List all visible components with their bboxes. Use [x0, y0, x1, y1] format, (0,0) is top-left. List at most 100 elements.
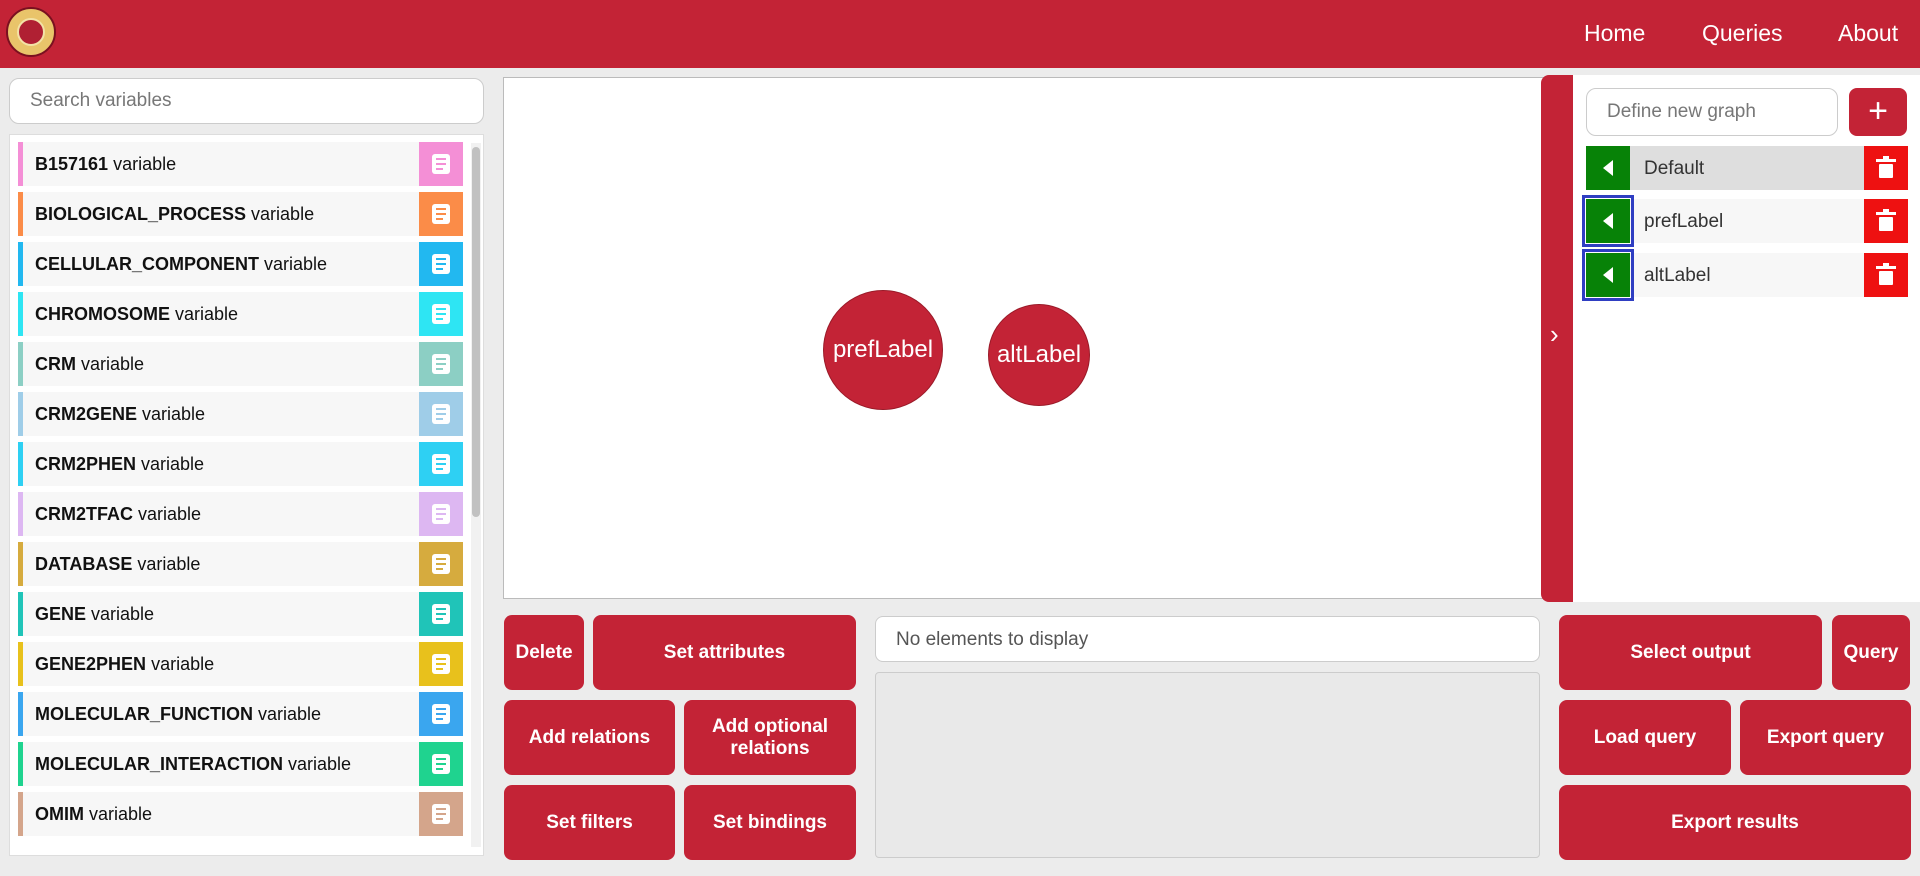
- variable-details-button[interactable]: [419, 642, 463, 686]
- delete-graph-button[interactable]: [1864, 253, 1908, 297]
- document-icon: [432, 754, 450, 774]
- search-variables-input[interactable]: [9, 78, 484, 124]
- variable-color-stripe: [18, 592, 23, 636]
- elements-header: No elements to display: [875, 616, 1540, 662]
- variable-item[interactable]: MOLECULAR_INTERACTION variable: [18, 742, 463, 786]
- variable-color-stripe: [18, 392, 23, 436]
- variable-label: MOLECULAR_INTERACTION variable: [35, 754, 351, 775]
- export-results-button[interactable]: Export results: [1559, 785, 1911, 860]
- university-seal-logo[interactable]: [6, 7, 56, 57]
- variable-details-button[interactable]: [419, 492, 463, 536]
- variable-item[interactable]: CRM variable: [18, 342, 463, 386]
- delete-graph-button[interactable]: [1864, 199, 1908, 243]
- variable-details-button[interactable]: [419, 292, 463, 336]
- collapse-graph-panel-button[interactable]: ›: [1541, 75, 1573, 602]
- variable-item[interactable]: B157161 variable: [18, 142, 463, 186]
- nav-home-link[interactable]: Home: [1584, 20, 1645, 47]
- top-navbar: Home Queries About: [0, 0, 1920, 68]
- variable-details-button[interactable]: [419, 442, 463, 486]
- variable-label: B157161 variable: [35, 154, 176, 175]
- add-optional-relations-button[interactable]: Add optional relations: [684, 700, 856, 775]
- document-icon: [432, 454, 450, 474]
- variable-details-button[interactable]: [419, 342, 463, 386]
- variable-item[interactable]: CELLULAR_COMPONENT variable: [18, 242, 463, 286]
- variable-item[interactable]: CRM2TFAC variable: [18, 492, 463, 536]
- variable-item[interactable]: GENE2PHEN variable: [18, 642, 463, 686]
- variable-details-button[interactable]: [419, 592, 463, 636]
- variable-suffix: variable: [81, 354, 145, 374]
- node-altLabel[interactable]: altLabel: [989, 305, 1089, 405]
- variable-item[interactable]: DATABASE variable: [18, 542, 463, 586]
- select-graph-button[interactable]: [1582, 195, 1634, 247]
- variable-label: BIOLOGICAL_PROCESS variable: [35, 204, 314, 225]
- variable-list: B157161 variable BIOLOGICAL_PROCESS varia…: [9, 134, 484, 856]
- variable-label: MOLECULAR_FUNCTION variable: [35, 704, 321, 725]
- variable-name: B157161: [35, 154, 109, 174]
- set-attributes-button[interactable]: Set attributes: [593, 615, 856, 690]
- node-prefLabel[interactable]: prefLabel: [824, 291, 942, 409]
- variable-list-scrollbar[interactable]: [471, 143, 481, 847]
- variable-details-button[interactable]: [419, 392, 463, 436]
- variable-item[interactable]: BIOLOGICAL_PROCESS variable: [18, 192, 463, 236]
- variable-details-button[interactable]: [419, 242, 463, 286]
- caret-left-icon: [1603, 213, 1613, 229]
- delete-button[interactable]: Delete: [504, 615, 584, 690]
- document-icon: [432, 254, 450, 274]
- graph-row-default[interactable]: Default: [1586, 146, 1908, 190]
- variable-details-button[interactable]: [419, 692, 463, 736]
- variable-label: GENE2PHEN variable: [35, 654, 214, 675]
- select-graph-button[interactable]: [1582, 249, 1634, 301]
- variable-color-stripe: [18, 792, 23, 836]
- document-icon: [432, 804, 450, 824]
- variable-item[interactable]: CHROMOSOME variable: [18, 292, 463, 336]
- variable-name: BIOLOGICAL_PROCESS: [35, 204, 247, 224]
- define-new-graph-input[interactable]: [1586, 88, 1838, 136]
- variable-label: CRM2TFAC variable: [35, 504, 201, 525]
- select-graph-button[interactable]: [1586, 146, 1630, 190]
- add-graph-button[interactable]: +: [1849, 88, 1907, 136]
- graph-name: prefLabel: [1644, 211, 1724, 232]
- variable-item[interactable]: CRM2PHEN variable: [18, 442, 463, 486]
- set-bindings-button[interactable]: Set bindings: [684, 785, 856, 860]
- variable-item[interactable]: GENE variable: [18, 592, 463, 636]
- query-button[interactable]: Query: [1832, 615, 1910, 690]
- variable-color-stripe: [18, 192, 23, 236]
- variable-details-button[interactable]: [419, 142, 463, 186]
- variable-name: GENE: [35, 604, 87, 624]
- graph-name: altLabel: [1644, 265, 1711, 286]
- graph-row-prefLabel[interactable]: prefLabel: [1582, 195, 1908, 247]
- trash-icon: [1876, 209, 1896, 231]
- variable-suffix: variable: [89, 804, 153, 824]
- set-filters-button[interactable]: Set filters: [504, 785, 675, 860]
- variable-suffix: variable: [258, 704, 322, 724]
- export-query-button[interactable]: Export query: [1740, 700, 1911, 775]
- load-query-button[interactable]: Load query: [1559, 700, 1731, 775]
- variable-color-stripe: [18, 692, 23, 736]
- variable-label: CRM2GENE variable: [35, 404, 205, 425]
- variable-color-stripe: [18, 242, 23, 286]
- delete-graph-button[interactable]: [1864, 146, 1908, 190]
- document-icon: [432, 304, 450, 324]
- add-relations-button[interactable]: Add relations: [504, 700, 675, 775]
- caret-left-icon: [1603, 267, 1613, 283]
- variable-color-stripe: [18, 492, 23, 536]
- variable-details-button[interactable]: [419, 792, 463, 836]
- graph-row-altLabel[interactable]: altLabel: [1582, 249, 1908, 301]
- graph-panel: + Default prefLabel altLabel: [1573, 75, 1920, 602]
- variable-details-button[interactable]: [419, 742, 463, 786]
- variable-name: CRM2PHEN: [35, 454, 137, 474]
- variable-item[interactable]: CRM2GENE variable: [18, 392, 463, 436]
- variable-item[interactable]: MOLECULAR_FUNCTION variable: [18, 692, 463, 736]
- document-icon: [432, 204, 450, 224]
- scrollbar-thumb[interactable]: [472, 147, 480, 517]
- nav-queries-link[interactable]: Queries: [1702, 20, 1783, 47]
- variable-item[interactable]: OMIM variable: [18, 792, 463, 836]
- graph-canvas[interactable]: prefLabel altLabel: [503, 77, 1549, 599]
- nav-about-link[interactable]: About: [1838, 20, 1898, 47]
- document-icon: [432, 554, 450, 574]
- document-icon: [432, 704, 450, 724]
- variable-details-button[interactable]: [419, 192, 463, 236]
- variable-details-button[interactable]: [419, 542, 463, 586]
- select-output-button[interactable]: Select output: [1559, 615, 1822, 690]
- variable-label: DATABASE variable: [35, 554, 200, 575]
